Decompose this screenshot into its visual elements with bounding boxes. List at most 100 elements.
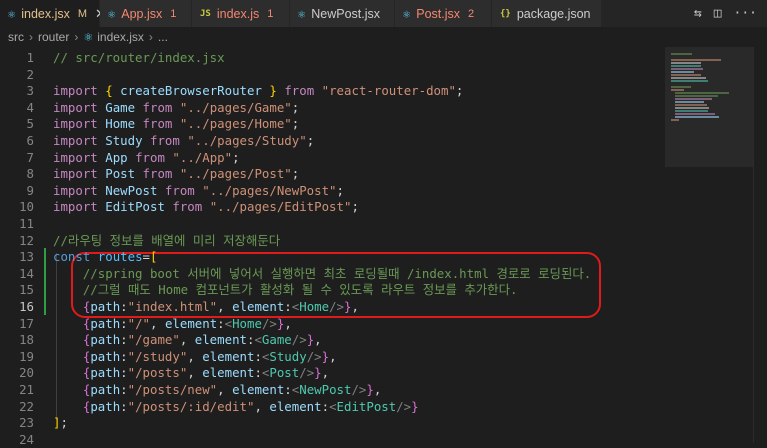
react-icon: ⚛ [298, 6, 306, 21]
code-line[interactable]: 8 import Post from "../pages/Post"; [0, 165, 665, 182]
code-line[interactable]: 2 [0, 66, 665, 83]
code-text: {path:"/", element:<Home/>}, [82, 315, 292, 331]
code-text: //그럴 때도 Home 컴포넌트가 활성화 될 수 있도록 라우트 정보를 추… [53, 282, 518, 298]
code-line[interactable]: 24 [0, 431, 665, 448]
tab-package-json[interactable]: {} package.json [492, 0, 602, 27]
line-number: 10 [19, 199, 34, 215]
code-line[interactable]: 15 //그럴 때도 Home 컴포넌트가 활성화 될 수 있도록 라우트 정보… [0, 281, 665, 299]
minimap-line [675, 98, 712, 100]
code-text: import App from "../App"; [53, 149, 240, 165]
code-text: import EditPost from "../pages/EditPost"… [53, 199, 359, 215]
code-line[interactable]: 3 import { createBrowserRouter } from "re… [0, 82, 665, 99]
breadcrumb-item[interactable]: index.jsx [97, 30, 144, 44]
code-text: ]; [53, 415, 68, 431]
code-line[interactable]: 12 //라우팅 정보를 배열에 미리 저장해둔다 [0, 232, 665, 249]
code-line[interactable]: 16 {path:"index.html", element:<Home/>}, [0, 298, 665, 315]
code-line[interactable]: 18 {path:"/game", element:<Game/>}, [0, 331, 665, 348]
minimap-line [675, 92, 729, 94]
code-text: {path:"/game", element:<Game/>}, [82, 332, 322, 348]
tab-label: index.js [216, 6, 260, 21]
tab-index-js[interactable]: JS index.js 1 [192, 0, 290, 27]
code-line[interactable]: 1 // src/router/index.jsx [0, 49, 665, 66]
code-line[interactable]: 20 {path:"/posts", element:<Post/>}, [0, 364, 665, 381]
code-line[interactable]: 19 {path:"/study", element:<Study/>}, [0, 348, 665, 365]
code-line[interactable]: 23]; [0, 414, 665, 431]
code-line[interactable]: 13 const routes=[ [0, 248, 665, 266]
code-line[interactable]: 7 import App from "../App"; [0, 149, 665, 166]
line-number: 8 [26, 166, 34, 182]
line-number: 12 [19, 232, 34, 248]
minimap-line [671, 68, 703, 70]
line-number: 11 [19, 216, 34, 231]
more-actions-icon[interactable]: ··· [734, 6, 757, 21]
code-text: import NewPost from "../pages/NewPost"; [53, 182, 344, 198]
code-text: import Study from "../pages/Study"; [53, 133, 315, 148]
minimap-line [671, 65, 701, 67]
minimap-line [675, 101, 704, 103]
code-text: {path:"/posts", element:<Post/>}, [82, 365, 330, 381]
code-text: {path:"/posts/new", element:<NewPost/>}, [82, 382, 382, 397]
code-line[interactable]: 17 {path:"/", element:<Home/>}, [0, 315, 665, 332]
chevron-right-icon: › [148, 30, 153, 44]
code-text: import Post from "../pages/Post"; [53, 166, 300, 182]
breadcrumb: src › router › ⚛ index.jsx › ... [0, 27, 767, 47]
code-editor[interactable]: 1 // src/router/index.jsx 2 3 import { creat… [0, 47, 665, 447]
line-number: 9 [26, 182, 34, 198]
line-number: 14 [19, 265, 34, 281]
line-number: 3 [26, 83, 34, 99]
code-line[interactable]: 14 //spring boot 서버에 넣어서 실행하면 최초 로딩될때 /i… [0, 264, 665, 282]
minimap-line [675, 110, 709, 112]
code-text: import { createBrowserRouter } from "rea… [53, 83, 464, 99]
added-line-indicator [44, 298, 46, 315]
line-number: 4 [26, 99, 34, 115]
react-icon: ⚛ [8, 6, 16, 21]
code-line[interactable]: 21 {path:"/posts/new", element:<NewPost/… [0, 381, 665, 398]
breadcrumb-item[interactable]: router [38, 30, 69, 44]
line-number: 6 [26, 133, 34, 148]
error-count-badge: 1 [267, 7, 274, 20]
breadcrumb-item[interactable]: src [8, 30, 24, 44]
minimap-line [675, 116, 720, 118]
tab-app-jsx[interactable]: ⚛ App.jsx 1 [100, 0, 192, 27]
split-editor-icon[interactable]: ◫ [714, 6, 722, 21]
code-text: //라우팅 정보를 배열에 미리 저장해둔다 [53, 232, 281, 248]
line-number: 23 [19, 415, 34, 431]
react-icon: ⚛ [108, 6, 116, 21]
code-line[interactable]: 4 import Game from "../pages/Game"; [0, 99, 665, 116]
minimap-line [671, 53, 692, 55]
editor-tab-bar: ⚛ index.jsx M ✕ ⚛ App.jsx 1 JS index.js … [0, 0, 767, 27]
code-line[interactable]: 9 import NewPost from "../pages/NewPost"; [0, 182, 665, 199]
compare-changes-icon[interactable]: ⇆ [694, 6, 702, 21]
tab-post-jsx[interactable]: ⚛ Post.jsx 2 [395, 0, 492, 27]
code-text: //spring boot 서버에 넣어서 실행하면 최초 로딩될때 /inde… [53, 265, 592, 281]
added-line-indicator [44, 281, 46, 299]
minimap-line [671, 59, 721, 61]
minimap-line [671, 89, 684, 91]
minimap[interactable] [665, 47, 753, 443]
tab-label: NewPost.jsx [311, 6, 381, 21]
code-line[interactable]: 6 import Study from "../pages/Study"; [0, 132, 665, 149]
minimap-line [675, 104, 708, 106]
json-icon: {} [500, 8, 511, 19]
tab-label: index.jsx [21, 6, 70, 21]
minimap-line [671, 119, 679, 121]
line-number: 2 [26, 66, 34, 82]
line-number: 22 [19, 398, 34, 414]
code-text: {path:"index.html", element:<Home/>}, [82, 299, 359, 314]
vertical-scrollbar[interactable] [753, 47, 767, 443]
code-line[interactable]: 5 import Home from "../pages/Home"; [0, 115, 665, 132]
tab-newpost-jsx[interactable]: ⚛ NewPost.jsx [290, 0, 395, 27]
code-text: import Game from "../pages/Game"; [53, 99, 300, 115]
tab-index-jsx[interactable]: ⚛ index.jsx M ✕ [0, 0, 106, 27]
code-line[interactable]: 10 import EditPost from "../pages/EditPos… [0, 198, 665, 215]
minimap-line [675, 113, 715, 115]
chevron-right-icon: › [29, 30, 33, 44]
minimap-line [675, 107, 710, 109]
code-line[interactable]: 22 {path:"/posts/:id/edit", element:<Edi… [0, 398, 665, 415]
code-text: {path:"/posts/:id/edit", element:<EditPo… [82, 398, 419, 414]
code-line[interactable]: 11 [0, 215, 665, 232]
modified-badge: M [77, 7, 88, 20]
line-number: 13 [19, 249, 34, 265]
editor-actions: ⇆ ◫ ··· [693, 0, 767, 27]
breadcrumb-item[interactable]: ... [158, 30, 168, 44]
